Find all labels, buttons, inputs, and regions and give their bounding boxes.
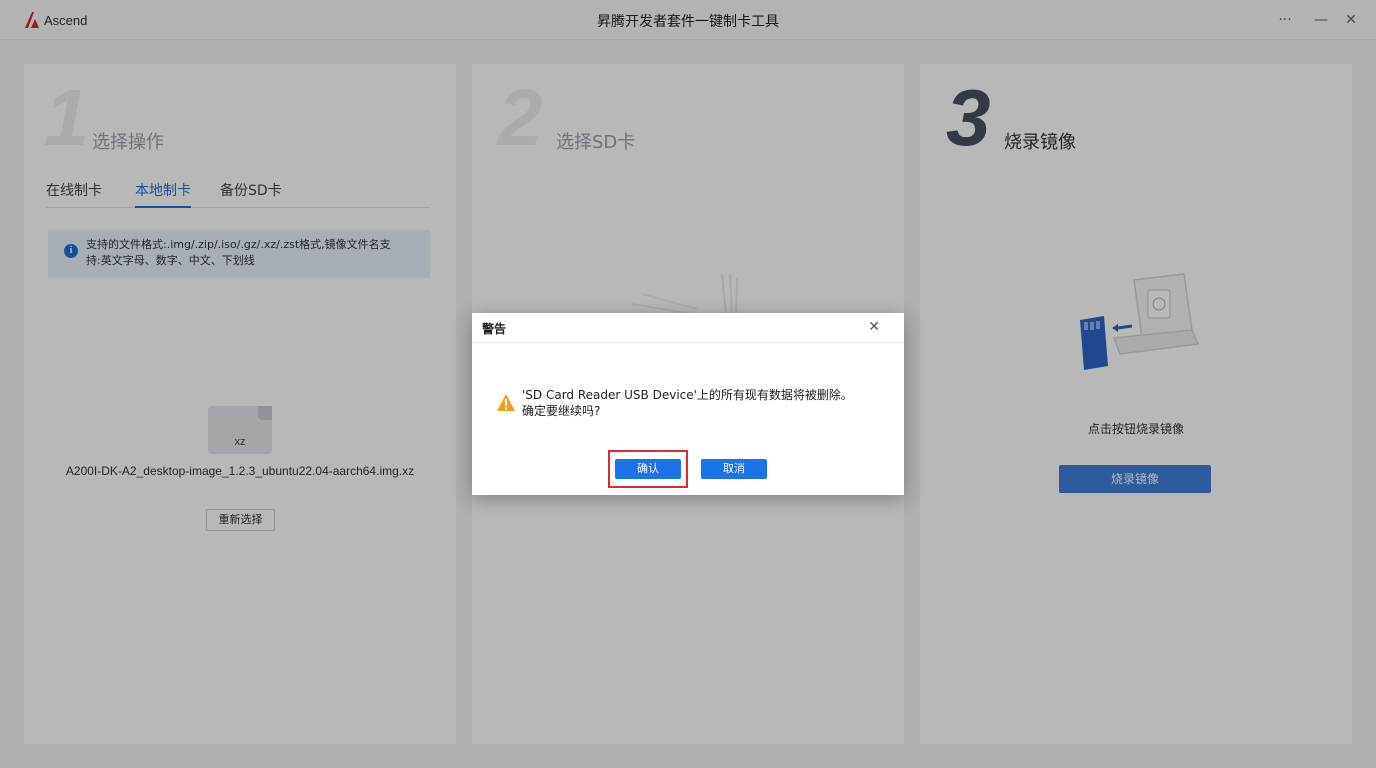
dialog-title: 警告 [482, 322, 507, 336]
warning-dialog: 警告 ✕ 'SD Card Reader USB Device'上的所有现有数据… [472, 313, 904, 495]
dialog-close-icon[interactable]: ✕ [868, 319, 880, 335]
cancel-button[interactable]: 取消 [701, 459, 767, 479]
dialog-message: 'SD Card Reader USB Device'上的所有现有数据将被删除。… [522, 387, 882, 419]
warning-icon [497, 394, 515, 411]
dialog-header: 警告 ✕ [472, 313, 904, 343]
dialog-message-line2: 确定要继续吗? [522, 404, 601, 418]
dialog-message-line1: 'SD Card Reader USB Device'上的所有现有数据将被删除。 [522, 388, 853, 402]
confirm-button[interactable]: 确认 [615, 459, 681, 479]
